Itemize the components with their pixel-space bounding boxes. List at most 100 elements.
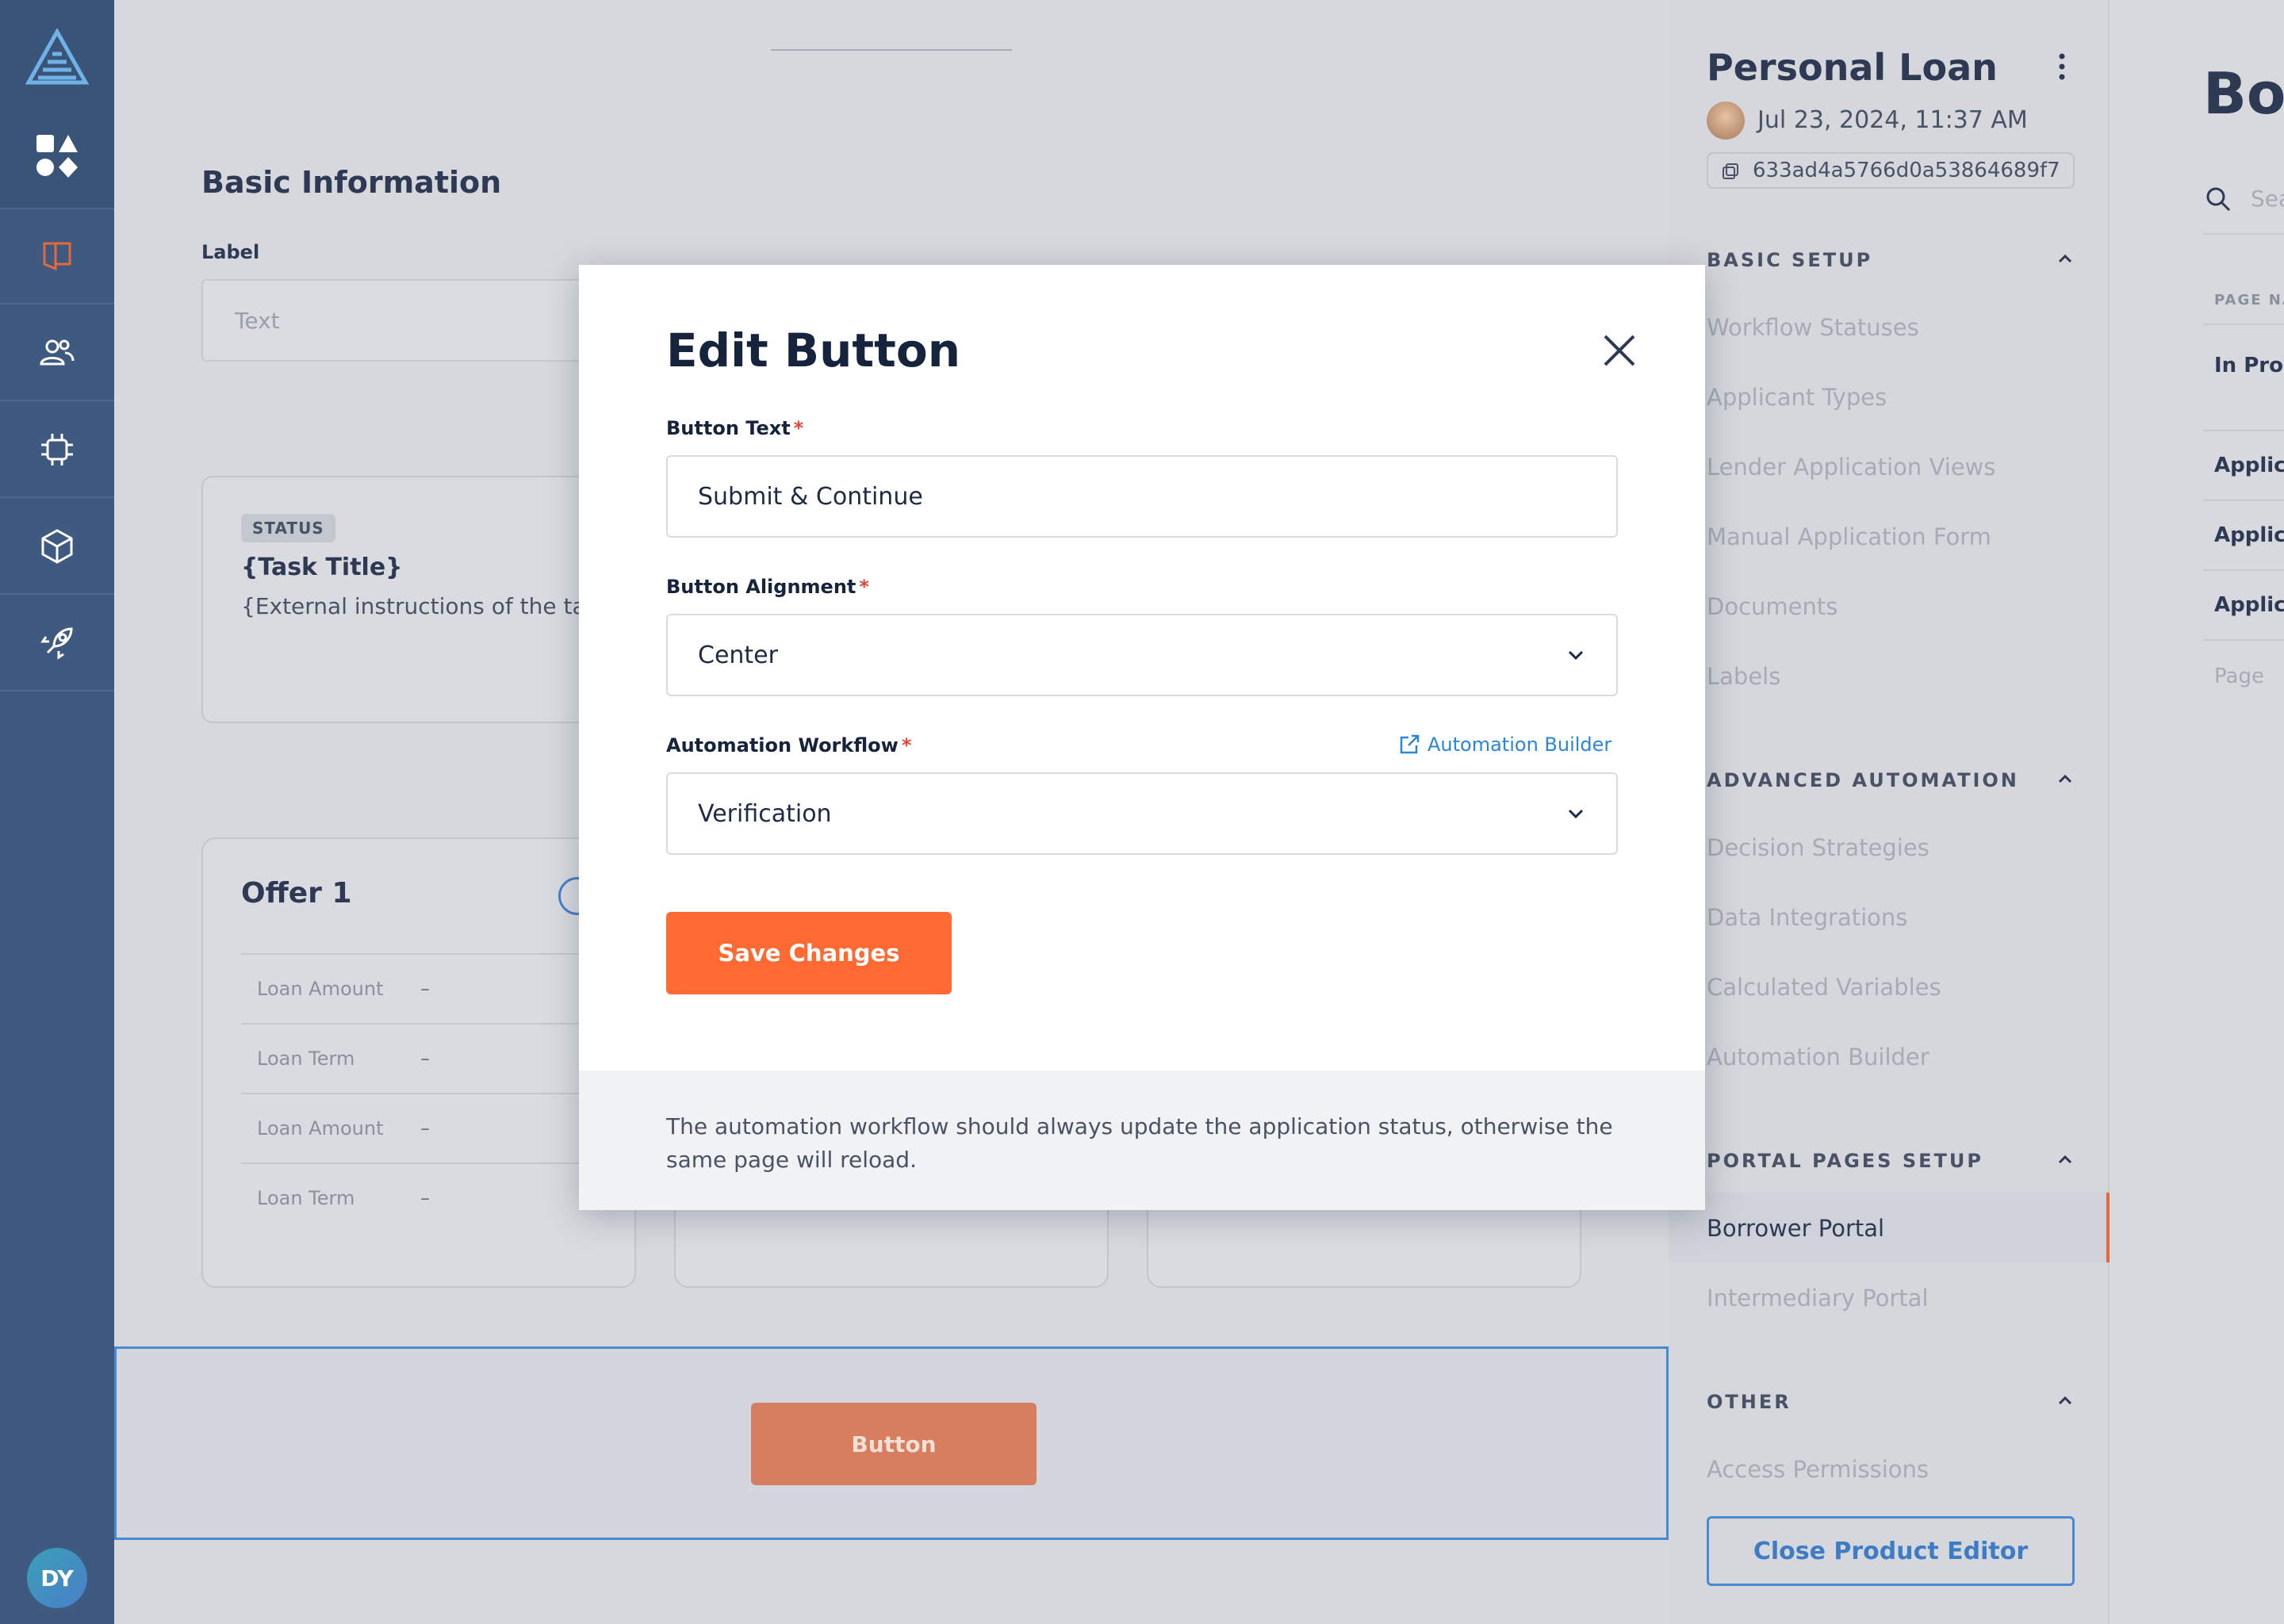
divider [2203,500,2284,501]
nav-link-documents[interactable]: Documents [1707,593,1838,620]
nav-link-intermediary-portal[interactable]: Intermediary Portal [1707,1285,1929,1312]
portal-pages-panel: Bo Sea PAGE NA In Prog Applica Applica A… [2111,0,2284,1624]
rocket-icon [40,627,73,660]
user-avatar[interactable]: DY [27,1548,87,1608]
nav-link-manual-application-form[interactable]: Manual Application Form [1707,523,1991,550]
offer-row: Loan Term – [241,1162,606,1232]
required-mark: * [793,417,804,439]
chevron-up-icon[interactable] [2056,1391,2075,1410]
offer-row-label: Loan Term [257,1187,355,1209]
task-title: {Task Title} [241,553,403,581]
link-text: Automation Builder [1428,733,1612,756]
nav-item-integrations[interactable] [0,403,114,498]
group-heading-advanced-automation: ADVANCED AUTOMATION [1707,769,2019,791]
product-id-copy[interactable]: 633ad4a5766d0a53864689f7 [1707,152,2075,189]
section-title: Basic Information [201,165,502,200]
close-product-editor-button[interactable]: Close Product Editor [1707,1516,2075,1586]
cube-icon [41,529,73,564]
button-text-label: Button Text * [666,417,803,439]
nav-link-data-integrations[interactable]: Data Integrations [1707,904,1907,931]
nav-item-launch[interactable] [0,596,114,691]
divider [2203,233,2284,235]
save-changes-button[interactable]: Save Changes [666,912,952,994]
label-text: Automation Workflow [666,734,899,756]
nav-link-automation-builder[interactable]: Automation Builder [1707,1044,1930,1071]
offer-row-value: – [420,1117,430,1139]
chevron-up-icon[interactable] [2056,769,2075,788]
product-logo-icon[interactable] [25,29,89,86]
divider [2203,324,2284,325]
nav-item-users[interactable] [0,306,114,401]
offer-row: Loan Amount – [241,953,606,1023]
more-options-icon[interactable] [2057,52,2067,81]
table-row[interactable]: Applica [2214,454,2284,477]
offer-row-value: – [420,1048,430,1070]
required-mark: * [859,576,869,598]
edit-button-modal: Edit Button Button Text * Submit & Contin… [579,265,1705,1210]
button-text-input[interactable]: Submit & Continue [666,455,1618,538]
nav-link-calculated-variables[interactable]: Calculated Variables [1707,974,1941,1001]
button-alignment-select[interactable]: Center [666,614,1618,696]
nav-link-borrower-portal[interactable]: Borrower Portal [1707,1215,1884,1242]
automation-workflow-select[interactable]: Verification [666,772,1618,855]
nav-item-modules[interactable] [0,500,114,595]
search-icon [2206,187,2231,212]
divider [2203,639,2284,641]
chevron-up-icon[interactable] [2056,1150,2075,1169]
selected-button-block[interactable]: Button [114,1346,1669,1540]
nav-link-lender-application-views[interactable]: Lender Application Views [1707,454,1995,481]
button-alignment-label: Button Alignment * [666,576,869,598]
search-input[interactable]: Sea [2251,186,2284,212]
label-field-label: Label [201,241,260,263]
task-description: {External instructions of the task} [241,593,625,619]
nav-item-products[interactable] [0,209,114,304]
label-text: Button Text [666,417,791,439]
copy-icon [1723,163,1738,179]
select-value: Center [698,641,778,669]
product-title: Personal Loan [1707,46,1998,89]
group-heading-portal-pages-setup: PORTAL PAGES SETUP [1707,1150,1983,1172]
nav-link-decision-strategies[interactable]: Decision Strategies [1707,834,1930,861]
status-badge: STATUS [241,514,335,542]
preview-button[interactable]: Button [751,1403,1037,1485]
nav-link-labels[interactable]: Labels [1707,663,1780,690]
table-row[interactable]: Applica [2214,523,2284,547]
nav-link-applicant-types[interactable]: Applicant Types [1707,384,1887,411]
chip-icon [41,434,73,465]
book-icon [43,242,71,271]
panel-title: Bo [2203,60,2284,127]
users-icon [40,339,75,366]
column-header: PAGE NA [2214,292,2284,308]
offer-row: Loan Amount – [241,1093,606,1162]
chevron-down-icon [1568,650,1584,661]
nav-link-access-permissions[interactable]: Access Permissions [1707,1456,1929,1483]
automation-builder-link[interactable]: Automation Builder [1397,733,1611,756]
offer-title: Offer 1 [241,877,352,910]
product-id: 633ad4a5766d0a53864689f7 [1753,159,2060,182]
offer-row-value: – [420,978,430,1000]
divider [2203,569,2284,571]
apps-grid-icon[interactable] [35,133,79,178]
pagination-label: Page [2214,665,2264,688]
group-heading-basic-setup: BASIC SETUP [1707,249,1873,271]
external-link-icon [1400,734,1420,754]
modal-title: Edit Button [666,324,961,377]
left-navigation: DY [0,0,114,1624]
chevron-up-icon[interactable] [2056,249,2075,268]
divider [771,49,1012,51]
nav-link-workflow-statuses[interactable]: Workflow Statuses [1707,314,1919,341]
editor-avatar [1707,102,1745,140]
product-editor-panel: Personal Loan Jul 23, 2024, 11:37 AM 633… [1669,0,2110,1624]
table-row[interactable]: Applica [2214,593,2284,617]
automation-workflow-label: Automation Workflow * [666,734,911,756]
updated-date: Jul 23, 2024, 11:37 AM [1757,106,2028,134]
group-heading-other: OTHER [1707,1391,1792,1413]
offer-row-label: Loan Amount [257,1117,384,1139]
offer-card[interactable]: Offer 1 Loan Amount – Loan Term – Loan Amo… [201,837,636,1288]
close-icon[interactable] [1602,333,1637,368]
label-text: Button Alignment [666,576,856,598]
modal-footer-note: The automation workflow should always up… [579,1071,1705,1210]
table-row[interactable]: In Prog [2214,354,2284,377]
divider [2203,430,2284,431]
offer-row: Loan Term – [241,1023,606,1093]
